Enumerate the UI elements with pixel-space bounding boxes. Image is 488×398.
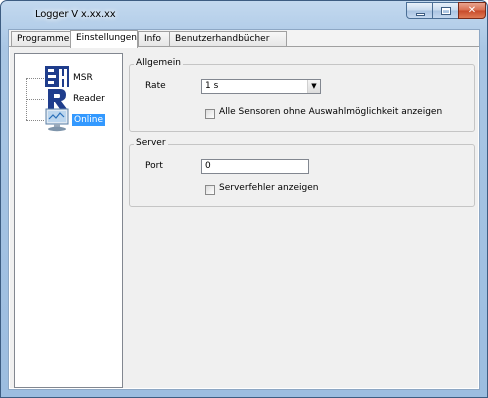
minimize-icon xyxy=(416,13,425,16)
tab-programme[interactable]: Programme xyxy=(11,31,71,46)
show-all-sensors-label: Alle Sensoren ohne Auswahlmöglichkeit an… xyxy=(219,107,443,117)
server-group: Server Port 0 Serverfehler anzeigen xyxy=(129,138,475,207)
minimize-button[interactable] xyxy=(406,2,433,19)
close-button[interactable]: ✕ xyxy=(458,2,486,19)
client-area: Programme Einstellungen Info Benutzerhan… xyxy=(8,29,480,390)
server-errors-checkbox[interactable] xyxy=(205,185,215,195)
rate-value: 1 s xyxy=(205,81,219,91)
tab-einstellungen[interactable]: Einstellungen xyxy=(70,30,138,48)
settings-page: MSR Reader Online Allgemein Rate 1 s ▼ A… xyxy=(9,47,479,389)
online-icon xyxy=(45,108,69,132)
server-errors-label: Serverfehler anzeigen xyxy=(219,183,319,193)
nav-item-label: Reader xyxy=(73,94,105,104)
settings-nav-tree: MSR Reader Online xyxy=(14,53,123,388)
rate-select[interactable]: 1 s ▼ xyxy=(201,79,321,94)
rate-label: Rate xyxy=(145,81,166,91)
tree-line xyxy=(26,120,44,121)
tree-line xyxy=(26,78,44,79)
server-group-title: Server xyxy=(134,138,168,148)
chevron-down-icon[interactable]: ▼ xyxy=(307,80,320,93)
general-group: Allgemein Rate 1 s ▼ Alle Sensoren ohne … xyxy=(129,58,475,132)
tab-strip: Programme Einstellungen Info Benutzerhan… xyxy=(9,30,479,48)
port-label: Port xyxy=(145,161,163,171)
tree-line xyxy=(26,99,44,100)
app-window: Logger V x.xx.xx ✕ Programme Einstellung… xyxy=(0,0,488,398)
port-input[interactable]: 0 xyxy=(201,159,309,174)
nav-item-label: MSR xyxy=(73,73,93,83)
window-title: Logger V x.xx.xx xyxy=(35,9,116,20)
nav-item-label: Online xyxy=(72,114,106,126)
title-bar[interactable]: Logger V x.xx.xx ✕ xyxy=(1,1,487,29)
general-group-title: Allgemein xyxy=(134,58,183,68)
maximize-icon xyxy=(441,7,451,15)
tab-benutzerhandbuecher[interactable]: Benutzerhandbücher xyxy=(169,31,287,46)
tab-info[interactable]: Info xyxy=(138,31,170,46)
show-all-sensors-checkbox[interactable] xyxy=(205,109,215,119)
close-icon: ✕ xyxy=(467,5,477,16)
nav-item-online[interactable]: Online xyxy=(45,108,121,133)
maximize-button[interactable] xyxy=(432,2,459,19)
